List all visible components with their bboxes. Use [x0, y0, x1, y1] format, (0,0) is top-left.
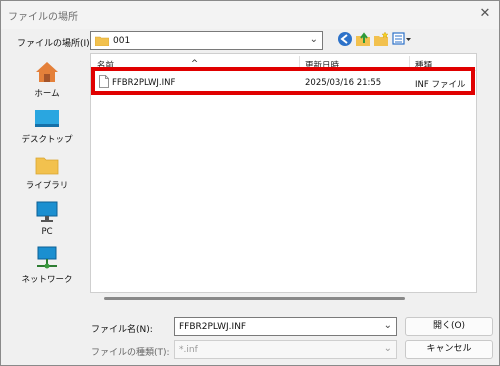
place-home-label: ホーム [34, 89, 60, 99]
filename-label: ファイル名(N): [91, 325, 153, 335]
place-pc-label: PC [41, 227, 53, 237]
place-pc[interactable]: PC [17, 200, 77, 237]
highlight-box [91, 67, 475, 95]
horizontal-scrollbar[interactable] [104, 297, 405, 300]
place-library[interactable]: ライブラリ [17, 154, 77, 191]
lookin-value: 001 [113, 36, 131, 46]
filename-field[interactable]: FFBR2PLWJ.INF ⌄ [174, 317, 397, 336]
filetype-dropdown[interactable]: *.inf ⌄ [174, 340, 397, 359]
desktop-icon [35, 110, 59, 127]
place-network-label: ネットワーク [21, 275, 73, 285]
pc-icon [36, 201, 58, 222]
folder-icon [95, 36, 109, 46]
network-icon [37, 246, 57, 269]
view-menu-icon[interactable] [392, 31, 412, 47]
places-bar: ホーム デスクトップ ライブラリ PC ネットワーク [17, 56, 77, 286]
chevron-down-icon[interactable]: ⌄ [384, 320, 392, 331]
window-title: ファイルの場所 [8, 12, 78, 23]
library-icon [35, 157, 59, 175]
title-bar: ファイルの場所 ✕ [1, 1, 499, 29]
new-folder-icon[interactable] [373, 31, 389, 47]
chevron-down-icon: ⌄ [383, 343, 392, 354]
filename-value: FFBR2PLWJ.INF [179, 322, 247, 332]
up-folder-icon[interactable] [355, 31, 371, 47]
lookin-dropdown[interactable]: 001 ⌄ [90, 31, 323, 50]
open-button[interactable]: 開く(O) [405, 317, 493, 336]
chevron-down-icon: ⌄ [309, 34, 318, 45]
filetype-value: *.inf [179, 345, 198, 355]
place-home[interactable]: ホーム [17, 60, 77, 99]
place-library-label: ライブラリ [25, 181, 69, 191]
place-desktop[interactable]: デスクトップ [17, 108, 77, 145]
place-desktop-label: デスクトップ [21, 135, 73, 145]
filetype-label: ファイルの種類(T): [91, 348, 170, 358]
place-network[interactable]: ネットワーク [17, 246, 77, 285]
home-icon [36, 62, 58, 82]
lookin-label: ファイルの場所(I): [17, 39, 93, 49]
file-open-dialog: ファイルの場所 ✕ ファイルの場所(I): 001 ⌄ ホーム デスクトップ ラ… [0, 0, 500, 366]
back-icon[interactable] [337, 31, 353, 47]
cancel-button[interactable]: キャンセル [405, 340, 493, 359]
close-button[interactable]: ✕ [477, 7, 493, 21]
